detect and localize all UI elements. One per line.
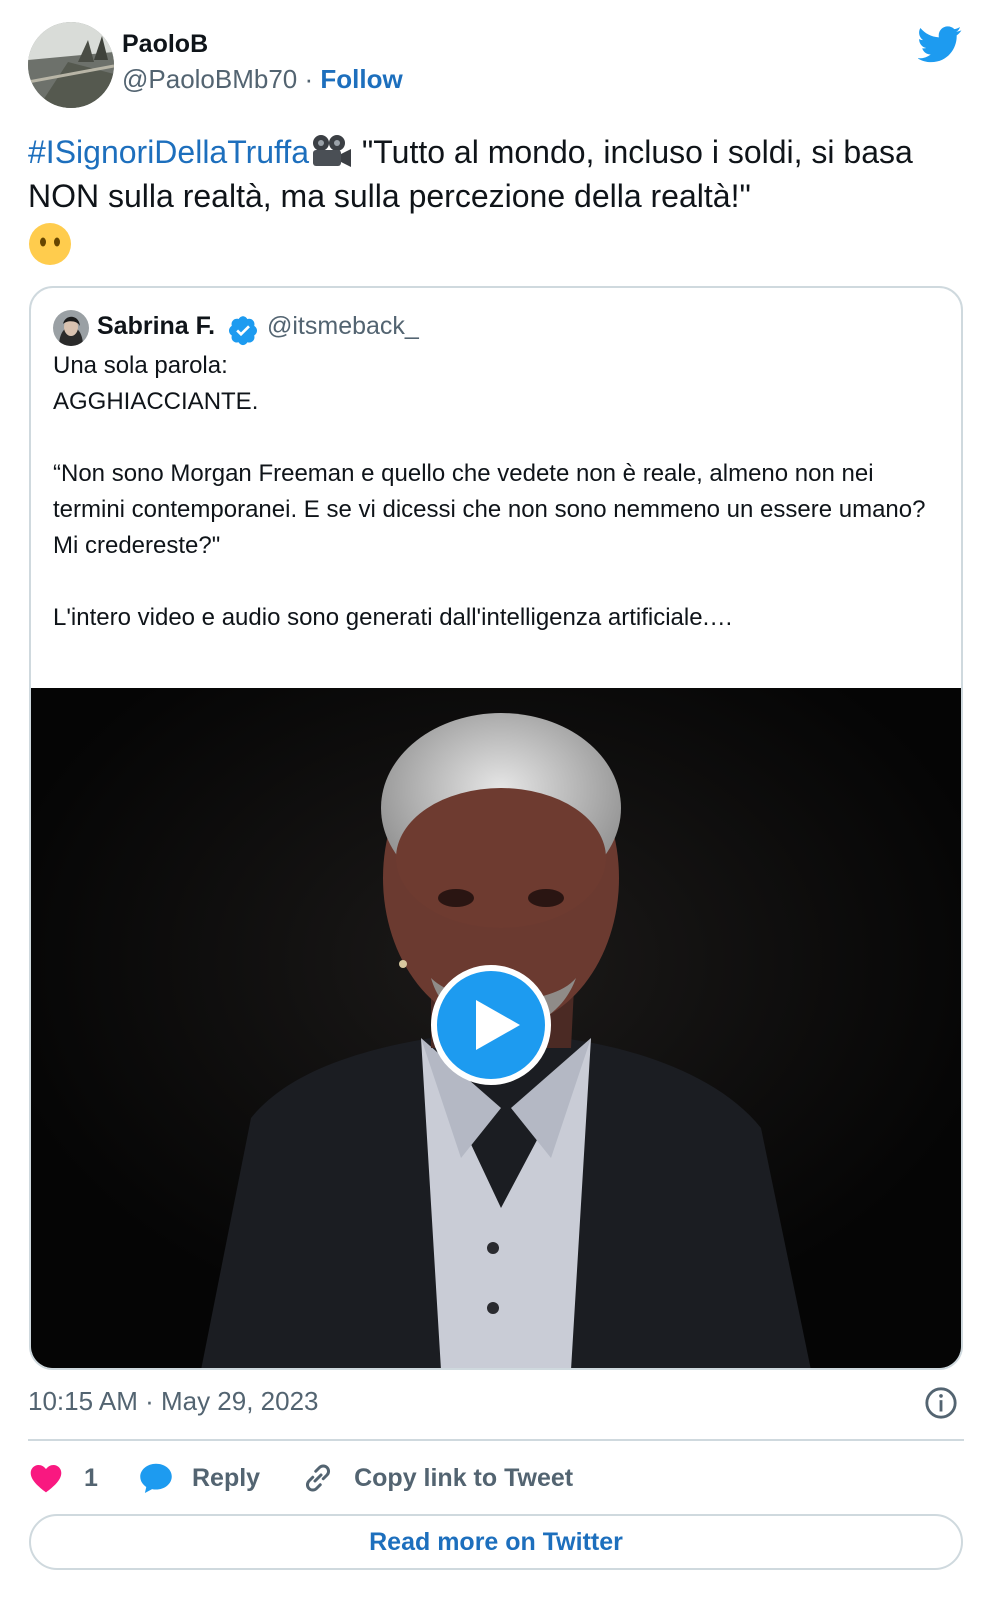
quoted-author-avatar[interactable] <box>53 310 89 346</box>
meta-separator: · <box>304 64 314 94</box>
tweet-text: #ISignoriDellaTruffa "Tutto al mondo, in… <box>28 130 968 267</box>
face-without-mouth-icon <box>29 223 71 265</box>
quoted-text-line <box>53 420 943 456</box>
film-projector-icon <box>313 135 352 167</box>
read-more-button[interactable]: Read more on Twitter <box>29 1514 963 1570</box>
play-button-icon[interactable] <box>430 964 552 1086</box>
quoted-tweet-text: Una sola parola: AGGHIACCIANTE. “Non son… <box>53 348 943 636</box>
verified-badge-icon <box>229 316 257 346</box>
quoted-text-line: “Non sono Morgan Freeman e quello che ve… <box>53 460 926 559</box>
video-player[interactable] <box>31 688 961 1368</box>
author-name[interactable]: PaoloB <box>122 30 208 59</box>
hashtag-link[interactable]: #ISignoriDellaTruffa <box>28 134 309 170</box>
follow-button[interactable]: Follow <box>320 64 402 94</box>
heart-icon <box>30 1464 62 1493</box>
quoted-text-line: L'intero video e audio sono generati dal… <box>53 604 734 631</box>
like-button[interactable]: 1 <box>28 1460 138 1496</box>
author-avatar[interactable] <box>28 22 114 108</box>
twitter-bird-icon[interactable] <box>918 22 962 66</box>
quoted-text-line <box>53 564 943 600</box>
quoted-text-line: Una sola parola: <box>53 352 228 379</box>
quoted-author-handle[interactable]: @itsmeback_ <box>267 312 419 341</box>
author-meta: @PaoloBMb70 · Follow <box>122 64 403 95</box>
reply-label: Reply <box>192 1463 261 1492</box>
copy-link-button[interactable]: Copy link to Tweet <box>300 1460 573 1496</box>
copy-link-label: Copy link to Tweet <box>354 1463 574 1492</box>
reply-button[interactable]: Reply <box>138 1460 260 1496</box>
quoted-text-line: AGGHIACCIANTE. <box>53 388 259 415</box>
speech-bubble-icon <box>140 1463 172 1493</box>
like-count: 1 <box>84 1463 98 1492</box>
info-icon[interactable] <box>924 1386 958 1420</box>
quoted-tweet[interactable]: Sabrina F. @itsmeback_ Una sola parola: … <box>29 286 963 1370</box>
author-handle[interactable]: @PaoloBMb70 <box>122 64 297 94</box>
tweet-timestamp[interactable]: 10:15 AM · May 29, 2023 <box>28 1386 319 1417</box>
tweet-embed-card: PaoloB @PaoloBMb70 · Follow #ISignoriDel… <box>0 0 992 1600</box>
footer-divider <box>28 1439 964 1441</box>
quoted-author-name[interactable]: Sabrina F. <box>97 312 215 341</box>
link-icon <box>306 1464 331 1492</box>
action-bar: 1 Reply Copy link to Tweet <box>28 1458 573 1498</box>
